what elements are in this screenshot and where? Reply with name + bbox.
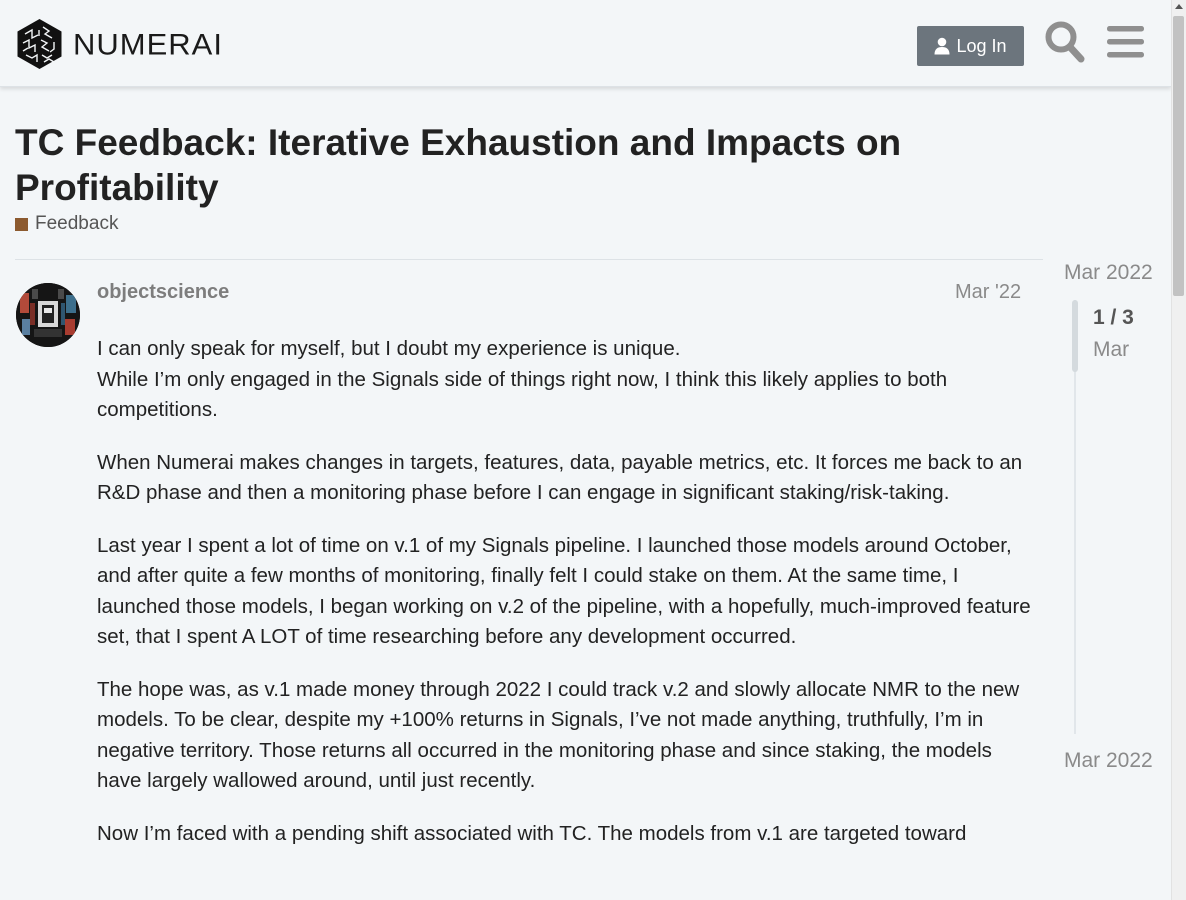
avatar[interactable] (16, 283, 80, 347)
login-button[interactable]: Log In (917, 26, 1024, 66)
category-color-swatch (15, 217, 28, 231)
hamburger-menu-icon[interactable] (1107, 25, 1145, 59)
cube-logo-icon (17, 19, 62, 69)
scrollbar-thumb[interactable] (1173, 16, 1184, 296)
post-paragraph: Now I’m faced with a pending shift assoc… (97, 821, 967, 845)
user-icon (934, 37, 950, 55)
scroll-up-arrow-icon[interactable] (1175, 4, 1183, 9)
search-icon[interactable] (1044, 20, 1086, 64)
numerai-logo[interactable]: NUMERAI (16, 18, 223, 70)
site-header: NUMERAI Log In (0, 0, 1171, 87)
category-label: Feedback (35, 213, 119, 234)
post-paragraph: Last year I spent a lot of time on v.1 o… (97, 533, 1031, 649)
timeline-end-date[interactable]: Mar 2022 (1064, 749, 1153, 773)
login-label: Log In (956, 35, 1007, 56)
timeline-scroll-handle[interactable] (1072, 300, 1078, 372)
category-badge[interactable]: Feedback (15, 213, 118, 235)
timeline-position: 1 / 3 (1093, 306, 1134, 329)
post-date[interactable]: Mar '22 (955, 281, 1021, 304)
timeline-current-date: Mar (1093, 338, 1130, 361)
avatar-image (16, 283, 80, 347)
timeline-start-date[interactable]: Mar 2022 (1064, 261, 1153, 285)
post-paragraph: The hope was, as v.1 made money through … (97, 677, 1020, 793)
post-paragraph: I can only speak for myself, but I doubt… (97, 337, 948, 421)
topic-title[interactable]: TC Feedback: Iterative Exhaustion and Im… (15, 120, 1015, 210)
post-paragraph: When Numerai makes changes in targets, f… (97, 450, 1023, 505)
post-divider (15, 259, 1043, 260)
post-body: I can only speak for myself, but I doubt… (97, 334, 1032, 871)
post-username[interactable]: objectscience (97, 281, 229, 304)
logo-text: NUMERAI (73, 27, 223, 61)
